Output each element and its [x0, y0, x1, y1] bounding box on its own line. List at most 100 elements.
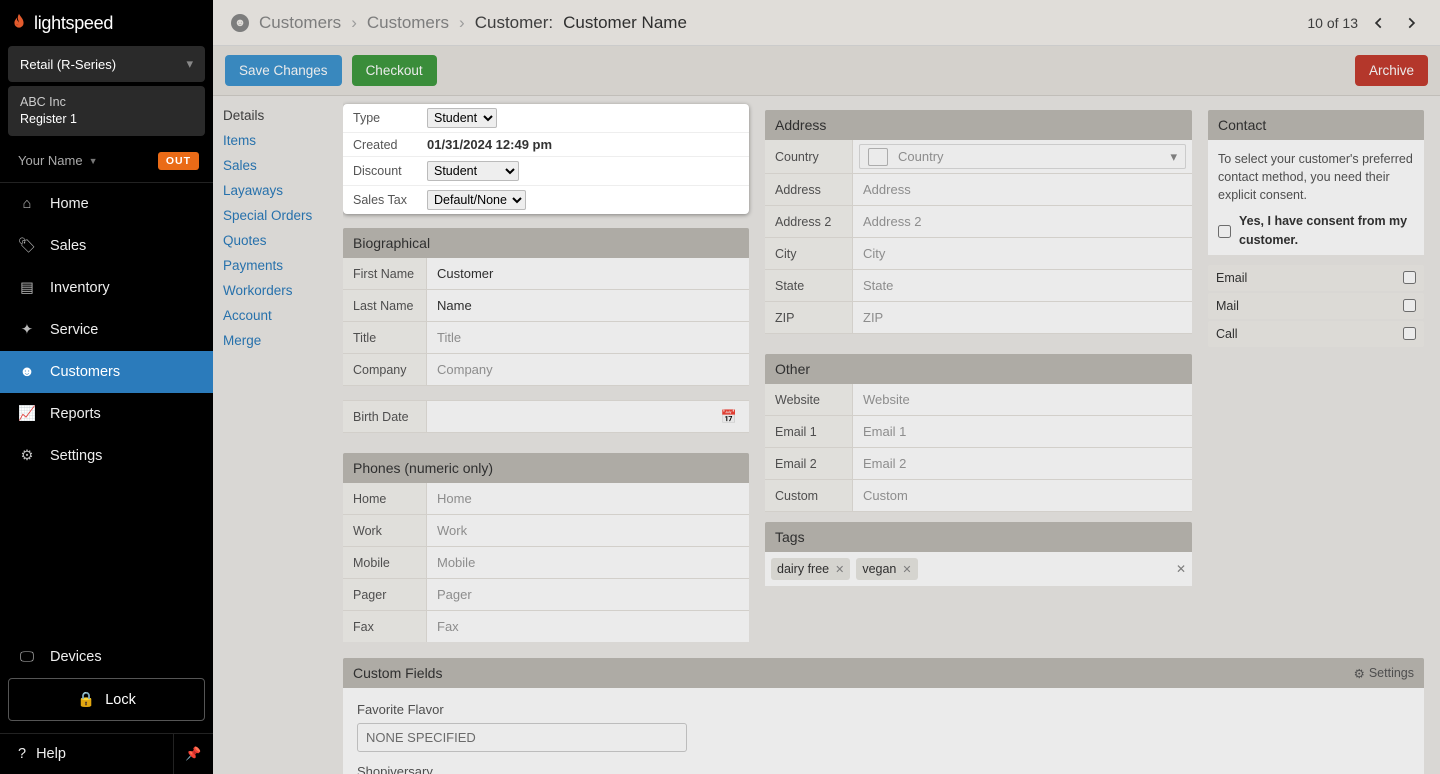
website-input[interactable] — [859, 388, 1186, 411]
subnav-payments[interactable]: Payments — [223, 258, 331, 273]
phone-work-input[interactable] — [433, 519, 743, 542]
country-flag-placeholder — [868, 148, 888, 166]
left-sidebar: lightspeed Retail (R-Series) ▾ ABC Inc R… — [0, 0, 213, 774]
checkout-button[interactable]: Checkout — [352, 55, 437, 86]
pin-button[interactable]: 📌 — [173, 734, 213, 774]
breadcrumb-root[interactable]: Customers — [259, 13, 341, 33]
shopiversary-label: Shopiversary — [357, 764, 1410, 774]
breadcrumb-bar: ☻ Customers › Customers › Customer: Cust… — [213, 0, 1440, 46]
pager-text: 10 of 13 — [1307, 15, 1358, 31]
subnav-sales[interactable]: Sales — [223, 158, 331, 173]
out-badge: OUT — [158, 152, 199, 170]
pin-icon: 📌 — [185, 746, 201, 762]
archive-button[interactable]: Archive — [1355, 55, 1428, 86]
email1-input[interactable] — [859, 420, 1186, 443]
phone-fax-label: Fax — [343, 611, 427, 642]
breadcrumb-level2[interactable]: Customers — [367, 13, 449, 33]
sales-tax-label: Sales Tax — [343, 193, 423, 207]
address-input[interactable] — [859, 178, 1186, 201]
company-label: Company — [343, 354, 427, 385]
nav-devices[interactable]: 🖵Devices — [0, 636, 213, 678]
contact-mail-row: Mail — [1208, 293, 1424, 319]
city-input[interactable] — [859, 242, 1186, 265]
shop-register-select[interactable]: ABC Inc Register 1 — [8, 86, 205, 136]
breadcrumb-leaf-value: Customer Name — [563, 13, 687, 33]
chevron-right-icon: › — [351, 13, 357, 33]
pager-next[interactable] — [1400, 12, 1422, 34]
type-select[interactable]: Student — [427, 108, 497, 128]
nav-settings[interactable]: ⚙Settings — [0, 435, 213, 477]
email2-input[interactable] — [859, 452, 1186, 475]
person-circle-icon: ☻ — [231, 14, 249, 32]
breadcrumb-leaf-prefix: Customer: — [475, 13, 553, 33]
pager-prev[interactable] — [1368, 12, 1390, 34]
subnav-items[interactable]: Items — [223, 133, 331, 148]
lock-button[interactable]: 🔒 Lock — [8, 678, 205, 721]
tag-item: dairy free✕ — [771, 558, 850, 580]
subnav-quotes[interactable]: Quotes — [223, 233, 331, 248]
type-created-panel: Type Student Created 01/31/2024 12:49 pm… — [343, 104, 749, 214]
nav-customers[interactable]: ☻Customers — [0, 351, 213, 393]
consent-checkbox-row[interactable]: Yes, I have consent from my customer. — [1218, 212, 1414, 248]
country-label: Country — [765, 140, 853, 173]
subnav-account[interactable]: Account — [223, 308, 331, 323]
subnav-merge[interactable]: Merge — [223, 333, 331, 348]
nav-service[interactable]: ✦Service — [0, 309, 213, 351]
created-value: 01/31/2024 12:49 pm — [423, 137, 749, 152]
user-menu[interactable]: Your Name ▼ OUT — [8, 140, 205, 182]
contact-mail-checkbox[interactable] — [1403, 299, 1416, 312]
birth-date-input[interactable] — [433, 405, 721, 428]
save-changes-button[interactable]: Save Changes — [225, 55, 342, 86]
last-name-input[interactable] — [433, 294, 743, 317]
tags-clear-all[interactable]: ✕ — [1176, 562, 1186, 576]
address-header: Address — [765, 110, 1192, 140]
state-input[interactable] — [859, 274, 1186, 297]
address2-input[interactable] — [859, 210, 1186, 233]
main-nav: ⌂Home 🏷Sales ▤Inventory ✦Service ☻Custom… — [0, 183, 213, 636]
address2-label: Address 2 — [765, 206, 853, 237]
discount-select[interactable]: Student — [427, 161, 519, 181]
email2-label: Email 2 — [765, 448, 853, 479]
help-button[interactable]: ?Help — [0, 734, 173, 774]
sales-tax-select[interactable]: Default/None — [427, 190, 526, 210]
calendar-icon[interactable]: 📅 — [721, 409, 743, 425]
help-icon: ? — [18, 746, 26, 762]
subnav-special-orders[interactable]: Special Orders — [223, 208, 331, 223]
phone-pager-input[interactable] — [433, 583, 743, 606]
contact-call-checkbox[interactable] — [1403, 327, 1416, 340]
contact-email-checkbox[interactable] — [1403, 271, 1416, 284]
tags-header: Tags — [765, 522, 1192, 552]
title-label: Title — [343, 322, 427, 353]
subnav-layaways[interactable]: Layaways — [223, 183, 331, 198]
retail-series-select[interactable]: Retail (R-Series) ▾ — [8, 46, 205, 82]
state-label: State — [765, 270, 853, 301]
company-input[interactable] — [433, 358, 743, 381]
country-select[interactable]: Country ▾ — [859, 144, 1186, 169]
discount-label: Discount — [343, 164, 423, 178]
tags-input[interactable]: dairy free✕ vegan ✕ ✕ — [765, 552, 1192, 586]
tag-label: vegan — [862, 562, 896, 576]
nav-home[interactable]: ⌂Home — [0, 183, 213, 225]
nav-reports[interactable]: 📈Reports — [0, 393, 213, 435]
title-input[interactable] — [433, 326, 743, 349]
last-name-label: Last Name — [343, 290, 427, 321]
tag-remove-icon[interactable]: ✕ — [835, 563, 844, 576]
favorite-flavor-input[interactable] — [357, 723, 687, 752]
consent-checkbox[interactable] — [1218, 214, 1231, 248]
brand-logo: lightspeed — [0, 0, 213, 46]
chevron-right-icon: › — [459, 13, 465, 33]
phone-fax-input[interactable] — [433, 615, 743, 638]
zip-input[interactable] — [859, 306, 1186, 329]
phone-home-input[interactable] — [433, 487, 743, 510]
phone-mobile-input[interactable] — [433, 551, 743, 574]
consent-label: Yes, I have consent from my customer. — [1239, 212, 1414, 248]
subnav-workorders[interactable]: Workorders — [223, 283, 331, 298]
tag-remove-icon[interactable]: ✕ — [902, 563, 911, 576]
custom-fields-settings-link[interactable]: ⚙Settings — [1354, 666, 1414, 681]
type-label: Type — [343, 111, 423, 125]
nav-sales[interactable]: 🏷Sales — [0, 225, 213, 267]
box-icon: ▤ — [18, 279, 36, 297]
nav-inventory[interactable]: ▤Inventory — [0, 267, 213, 309]
custom-input[interactable] — [859, 484, 1186, 507]
first-name-input[interactable] — [433, 262, 743, 285]
